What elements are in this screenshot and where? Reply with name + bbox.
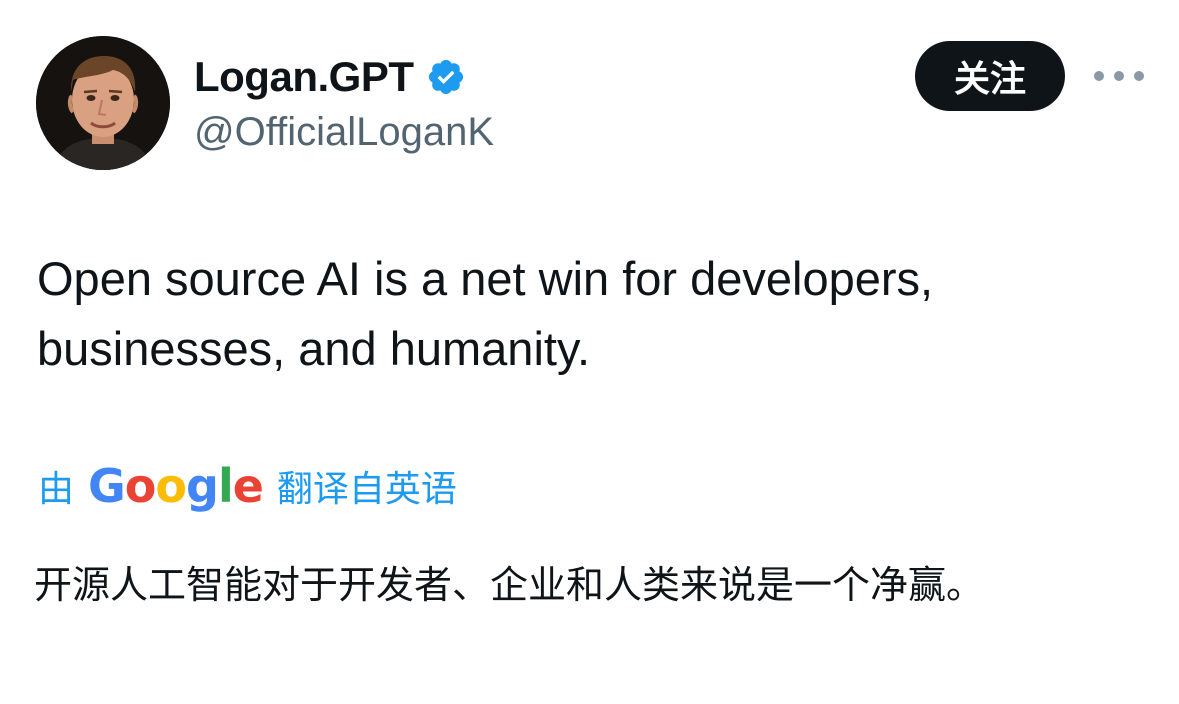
- author-display-name[interactable]: Logan.GPT: [194, 52, 414, 102]
- google-logo-letter: G: [88, 459, 126, 513]
- translation-prefix: 由: [38, 469, 75, 510]
- author-name-row[interactable]: Logan.GPT: [194, 52, 466, 102]
- google-logo: Google: [88, 458, 264, 514]
- more-dot: [1094, 71, 1104, 81]
- more-horizontal-icon[interactable]: [1094, 62, 1144, 90]
- more-dot: [1134, 71, 1144, 81]
- author-handle[interactable]: @OfficialLoganK: [194, 108, 494, 156]
- user-avatar-photo: [36, 36, 170, 170]
- google-logo-letter: o: [155, 459, 187, 513]
- translation-source-link[interactable]: 翻译自英语: [277, 460, 457, 512]
- google-logo-letter: l: [217, 459, 234, 513]
- google-logo-letter: g: [186, 459, 219, 513]
- verified-badge-icon: [428, 59, 463, 95]
- more-dot: [1114, 71, 1124, 81]
- translation-attribution: 由 Google 翻译自英语: [38, 458, 457, 514]
- translated-tweet-text: 开源人工智能对于开发者、企业和人类来说是一个净赢。: [34, 563, 985, 607]
- tweet-text: Open source AI is a net win for develope…: [37, 252, 934, 375]
- avatar[interactable]: [36, 36, 170, 170]
- follow-button[interactable]: 关注: [915, 41, 1065, 111]
- google-logo-letter: e: [232, 459, 264, 513]
- google-logo-letter: o: [124, 459, 157, 513]
